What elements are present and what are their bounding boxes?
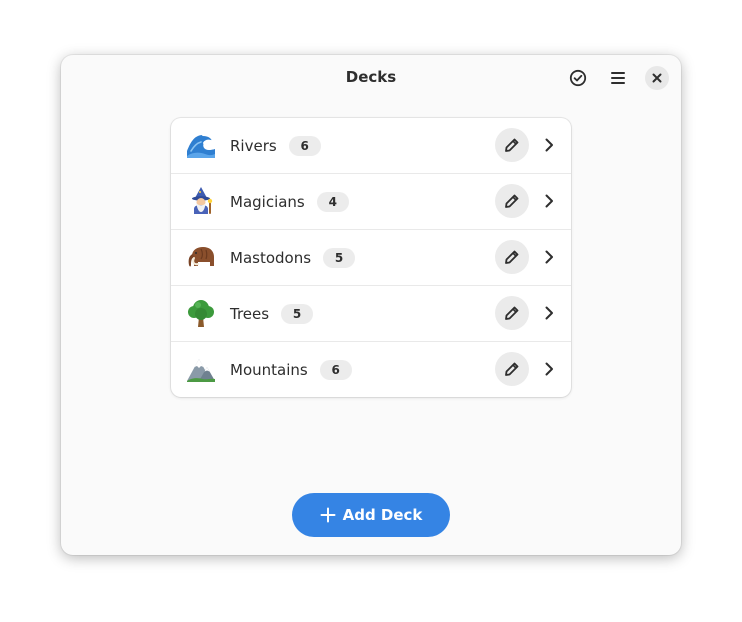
deck-row-trees[interactable]: Trees 5 (171, 285, 571, 341)
tree-emoji (188, 300, 214, 327)
chevron-right-icon[interactable] (541, 305, 557, 321)
pencil-icon (505, 138, 519, 152)
edit-deck-button[interactable] (495, 128, 529, 162)
pencil-icon (505, 250, 519, 264)
mountain-emoji (187, 359, 215, 382)
card-count-badge: 6 (288, 136, 321, 156)
chevron-right-icon[interactable] (541, 361, 557, 377)
edit-deck-button[interactable] (495, 240, 529, 274)
card-count-badge: 5 (281, 304, 314, 324)
edit-deck-button[interactable] (495, 184, 529, 218)
deck-label: Magicians 4 (230, 192, 349, 212)
deck-label: Trees 5 (230, 304, 314, 324)
pencil-icon (505, 362, 519, 376)
deck-row-mountains[interactable]: Mountains 6 (171, 341, 571, 397)
add-deck-button[interactable]: Add Deck (292, 493, 450, 537)
close-icon (652, 73, 662, 83)
card-count-badge: 6 (319, 360, 352, 380)
deck-name: Magicians (230, 193, 305, 211)
deck-label: Mountains 6 (230, 360, 352, 380)
deck-label: Mastodons 5 (230, 248, 356, 268)
pencil-icon (505, 306, 519, 320)
wave-emoji (187, 134, 215, 158)
deck-name: Trees (230, 305, 270, 323)
chevron-right-icon[interactable] (541, 137, 557, 153)
deck-row-rivers[interactable]: Rivers 6 (171, 118, 571, 173)
main-menu-button[interactable] (601, 63, 635, 93)
app-window: Decks Rivers 6 Magicians 4 Mastodons 5 T… (61, 55, 681, 555)
edit-deck-button[interactable] (495, 352, 529, 386)
deck-name: Rivers (230, 137, 277, 155)
plus-icon (320, 507, 336, 523)
chevron-right-icon[interactable] (541, 193, 557, 209)
mage-emoji (192, 187, 213, 214)
hamburger-menu-icon (611, 72, 625, 84)
card-count-badge: 5 (323, 248, 356, 268)
deck-row-magicians[interactable]: Magicians 4 (171, 173, 571, 229)
mammoth-emoji (188, 247, 214, 267)
check-circle-icon (569, 69, 587, 87)
close-button[interactable] (645, 66, 669, 90)
pencil-icon (505, 194, 519, 208)
add-deck-label: Add Deck (342, 506, 423, 524)
chevron-right-icon[interactable] (541, 249, 557, 265)
deck-name: Mastodons (230, 249, 312, 267)
deck-name: Mountains (230, 361, 308, 379)
select-button[interactable] (561, 63, 595, 93)
deck-row-mastodons[interactable]: Mastodons 5 (171, 229, 571, 285)
header-bar: Decks (61, 55, 681, 101)
card-count-badge: 4 (316, 192, 349, 212)
edit-deck-button[interactable] (495, 296, 529, 330)
deck-label: Rivers 6 (230, 136, 321, 156)
deck-list: Rivers 6 Magicians 4 Mastodons 5 Trees 5… (171, 118, 571, 397)
